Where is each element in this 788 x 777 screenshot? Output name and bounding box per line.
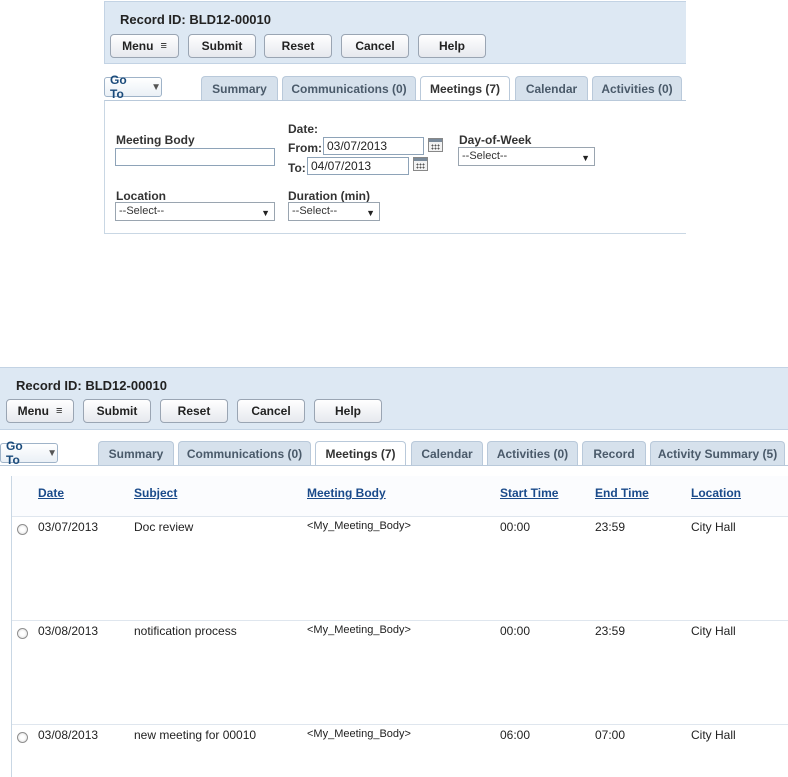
bottom-tab-summary[interactable]: Summary (98, 441, 174, 465)
location-select[interactable]: --Select-- ▼ (115, 202, 275, 221)
row-meeting-body: <My_Meeting_Body> (307, 520, 411, 532)
top-reset-button[interactable]: Reset (264, 34, 332, 58)
row-subject: Doc review (134, 520, 194, 534)
top-goto-button[interactable]: Go To ▼ (104, 73, 162, 101)
row-meeting-body: <My_Meeting_Body> (307, 728, 411, 740)
bottom-help-button[interactable]: Help (314, 399, 382, 423)
bottom-goto-button[interactable]: Go To ▼ (0, 439, 58, 467)
row-location: City Hall (691, 728, 736, 742)
menu-lines-icon: ≡ (160, 40, 167, 52)
bottom-record-header: Record ID: BLD12-00010 Menu ≡ Submit Rese… (0, 367, 788, 430)
row-location: City Hall (691, 624, 736, 638)
row-select-radio[interactable] (17, 524, 28, 535)
row-date: 03/08/2013 (38, 728, 99, 742)
top-menu-button[interactable]: Menu ≡ (110, 34, 179, 58)
duration-label: Duration (min) (288, 189, 370, 203)
tab-baseline (0, 465, 788, 466)
row-start-time: 06:00 (500, 728, 531, 742)
meeting-body-input[interactable] (115, 148, 275, 166)
from-calendar-icon[interactable] (428, 138, 443, 152)
bottom-goto-label: Go To (6, 439, 23, 467)
menu-lines-icon: ≡ (55, 405, 63, 417)
bottom-reset-button[interactable]: Reset (160, 399, 228, 423)
table-row[interactable]: 03/07/2013 Doc review <My_Meeting_Body> … (12, 517, 788, 620)
chevron-down-icon: ▼ (47, 447, 57, 459)
top-tab-summary[interactable]: Summary (201, 76, 278, 100)
bottom-tab-record[interactable]: Record (582, 441, 646, 465)
day-of-week-label: Day-of-Week (459, 133, 532, 147)
top-goto-label: Go To (110, 73, 127, 101)
column-header-subject[interactable]: Subject (134, 486, 177, 500)
top-cancel-button[interactable]: Cancel (341, 34, 409, 58)
row-end-time: 23:59 (595, 624, 626, 638)
table-row[interactable]: 03/08/2013 new meeting for 00010 <My_Mee… (12, 725, 788, 777)
column-header-start-time[interactable]: Start Time (500, 486, 558, 500)
duration-value: --Select-- (292, 205, 338, 217)
bottom-record-id: Record ID: BLD12-00010 (16, 378, 167, 393)
bottom-tab-activity-summary[interactable]: Activity Summary (5) (650, 441, 785, 465)
top-search-panel: Meeting Body Date: From: 03/07/2013 To: … (104, 100, 686, 234)
bottom-menu-button[interactable]: Menu ≡ (6, 399, 74, 423)
row-select-radio[interactable] (17, 732, 28, 743)
bottom-tab-activities[interactable]: Activities (0) (487, 441, 578, 465)
chevron-down-icon: ▼ (261, 208, 270, 218)
chevron-down-icon: ▼ (581, 153, 590, 163)
to-label: To: (288, 161, 306, 175)
column-header-location[interactable]: Location (691, 486, 741, 500)
from-label: From: (288, 141, 322, 155)
row-end-time: 07:00 (595, 728, 626, 742)
day-of-week-value: --Select-- (462, 150, 508, 162)
location-value: --Select-- (119, 205, 165, 217)
row-select-radio[interactable] (17, 628, 28, 639)
top-menu-label: Menu (122, 39, 154, 53)
row-end-time: 23:59 (595, 520, 626, 534)
row-meeting-body: <My_Meeting_Body> (307, 624, 411, 636)
chevron-down-icon: ▼ (366, 208, 375, 218)
top-tab-calendar[interactable]: Calendar (515, 76, 588, 100)
bottom-tab-communications[interactable]: Communications (0) (178, 441, 311, 465)
to-calendar-icon[interactable] (413, 157, 428, 171)
meeting-body-label: Meeting Body (116, 133, 195, 147)
top-tab-communications[interactable]: Communications (0) (282, 76, 416, 100)
row-location: City Hall (691, 520, 736, 534)
row-subject: new meeting for 00010 (134, 728, 257, 742)
meetings-grid: Date Subject Meeting Body Start Time End… (11, 476, 788, 777)
bottom-tab-meetings[interactable]: Meetings (7) (315, 441, 406, 466)
bottom-cancel-button[interactable]: Cancel (237, 399, 305, 423)
day-of-week-select[interactable]: --Select-- ▼ (458, 147, 595, 166)
bottom-tab-calendar[interactable]: Calendar (411, 441, 483, 465)
table-row[interactable]: 03/08/2013 notification process <My_Meet… (12, 621, 788, 724)
to-date-input[interactable]: 04/07/2013 (307, 157, 409, 175)
top-tab-meetings[interactable]: Meetings (7) (420, 76, 510, 101)
row-date: 03/08/2013 (38, 624, 99, 638)
bottom-menu-label: Menu (17, 404, 49, 418)
location-label: Location (116, 189, 166, 203)
row-start-time: 00:00 (500, 624, 531, 638)
bottom-submit-button[interactable]: Submit (83, 399, 151, 423)
chevron-down-icon: ▼ (151, 81, 161, 93)
top-record-header: Record ID: BLD12-00010 Menu ≡ Submit Rese… (104, 1, 686, 64)
top-help-button[interactable]: Help (418, 34, 486, 58)
grid-header-row: Date Subject Meeting Body Start Time End… (12, 476, 788, 516)
top-record-id: Record ID: BLD12-00010 (120, 12, 271, 27)
date-label: Date: (288, 122, 319, 136)
column-header-date[interactable]: Date (38, 486, 64, 500)
row-start-time: 00:00 (500, 520, 531, 534)
row-subject: notification process (134, 624, 237, 638)
row-date: 03/07/2013 (38, 520, 99, 534)
from-date-input[interactable]: 03/07/2013 (323, 137, 424, 155)
column-header-meeting-body[interactable]: Meeting Body (307, 486, 386, 500)
top-tab-activities[interactable]: Activities (0) (592, 76, 682, 100)
column-header-end-time[interactable]: End Time (595, 486, 649, 500)
duration-select[interactable]: --Select-- ▼ (288, 202, 380, 221)
top-submit-button[interactable]: Submit (188, 34, 256, 58)
